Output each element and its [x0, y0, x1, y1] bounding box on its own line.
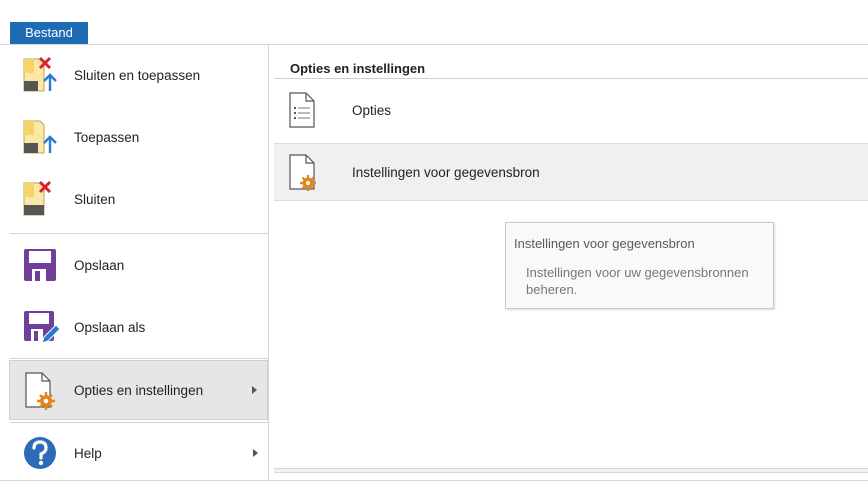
menu-item-save[interactable]: Opslaan	[10, 235, 268, 295]
chevron-right-icon	[253, 449, 258, 457]
menu-item-close-and-apply[interactable]: Sluiten en toepassen	[10, 45, 268, 105]
help-icon	[24, 437, 56, 469]
menu-label: Sluiten	[74, 191, 116, 207]
menu-separator	[10, 233, 268, 234]
menu-label: Opties en instellingen	[74, 382, 204, 398]
menu-item-help[interactable]: Help	[10, 423, 268, 483]
menu-label: Toepassen	[74, 129, 140, 145]
ribbon-bar: Bestand	[0, 0, 868, 45]
backstage-menu: Sluiten en toepassen Toepassen Sluiten O…	[9, 45, 269, 483]
menu-label: Help	[74, 445, 102, 461]
tooltip-description: Instellingen voor uw gegevensbronnen beh…	[526, 265, 749, 297]
menu-label: Opslaan	[74, 257, 125, 273]
options-settings-icon	[25, 372, 55, 410]
menu-label: Sluiten en toepassen	[74, 67, 201, 83]
options-doc-icon	[289, 92, 315, 128]
options-panel-title: Opties en instellingen	[290, 61, 426, 76]
close-icon	[23, 180, 52, 216]
data-source-settings-icon	[289, 154, 316, 191]
option-data-source-settings[interactable]: Instellingen voor gegevensbron	[274, 143, 868, 201]
option-label: Opties	[352, 102, 392, 118]
tooltip: Instellingen voor gegevensbron Instellin…	[505, 222, 774, 309]
tooltip-title: Instellingen voor gegevensbron	[514, 236, 695, 251]
file-tab[interactable]: Bestand	[10, 22, 88, 44]
panel-bottom-border	[274, 468, 868, 473]
status-area	[0, 480, 868, 500]
menu-item-options-settings[interactable]: Opties en instellingen	[9, 360, 268, 420]
save-icon	[24, 249, 56, 281]
menu-item-save-as[interactable]: Opslaan als	[10, 297, 268, 357]
apply-icon	[23, 120, 57, 154]
save-as-icon	[24, 311, 60, 344]
section-divider	[274, 78, 868, 79]
close-and-apply-icon	[23, 56, 57, 92]
option-opties[interactable]: Opties	[274, 81, 868, 139]
menu-item-apply[interactable]: Toepassen	[10, 107, 268, 167]
menu-separator	[10, 358, 268, 359]
chevron-right-icon	[252, 386, 257, 394]
menu-item-close[interactable]: Sluiten	[10, 169, 268, 229]
option-label: Instellingen voor gegevensbron	[352, 164, 540, 180]
menu-label: Opslaan als	[74, 319, 146, 335]
